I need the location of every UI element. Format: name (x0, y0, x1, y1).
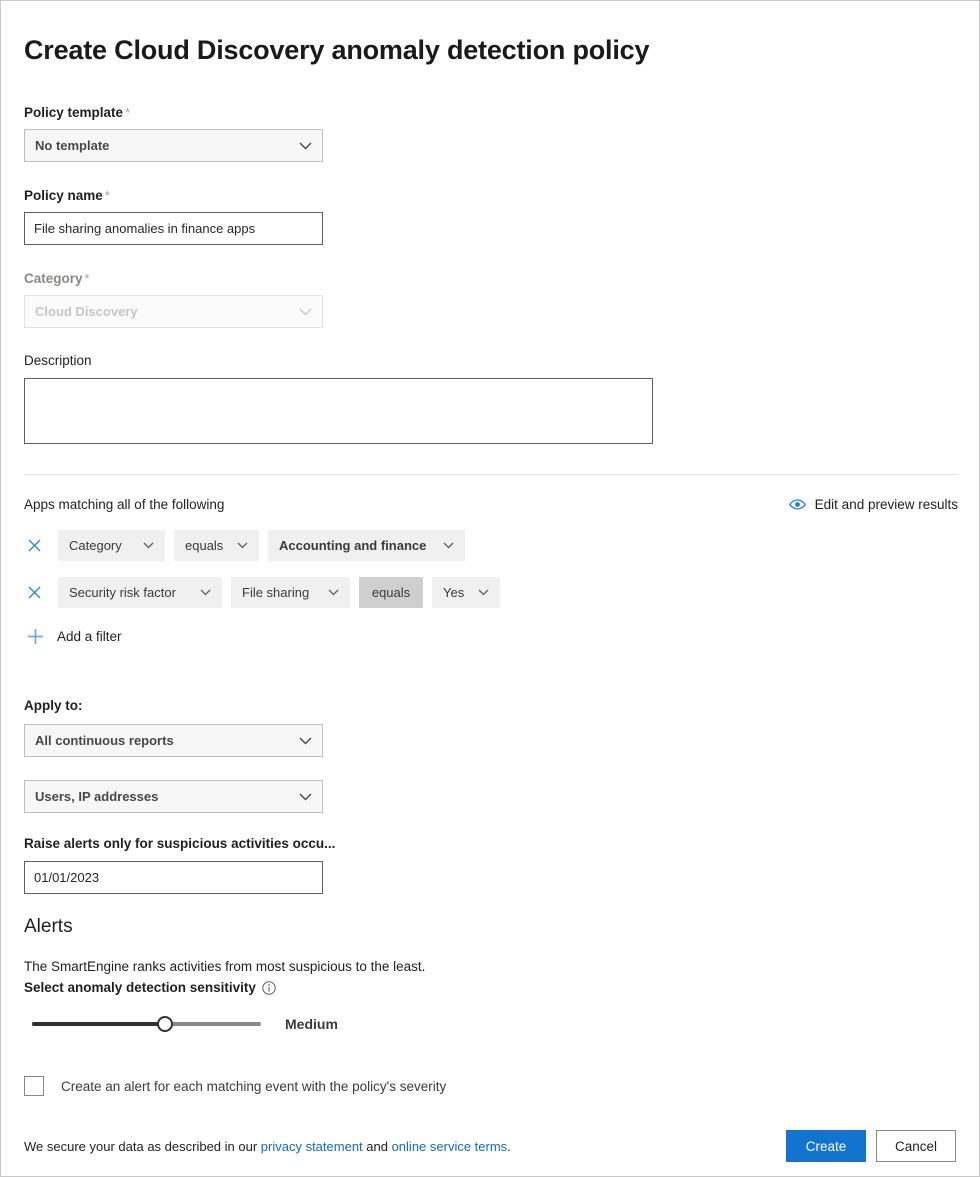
category-dropdown: Cloud Discovery (24, 295, 323, 328)
description-field: Description (24, 352, 956, 444)
apply-to-reports-value: All continuous reports (35, 733, 174, 748)
add-filter-button[interactable]: Add a filter (27, 628, 122, 645)
alerts-section: Alerts The SmartEngine ranks activities … (24, 914, 956, 1096)
policy-template-value: No template (35, 138, 109, 153)
apply-to-section: Apply to: All continuous reports Users, … (24, 697, 956, 813)
required-marker: * (125, 105, 130, 120)
filter-row: Category equals Accounting and finance (24, 530, 956, 561)
description-textarea[interactable] (24, 378, 653, 444)
policy-name-input[interactable]: File sharing anomalies in finance apps (24, 212, 323, 245)
filter-field-chip[interactable]: Category (58, 530, 165, 561)
chevron-down-icon (478, 589, 489, 596)
category-value: Cloud Discovery (35, 304, 138, 319)
apply-to-reports-dropdown[interactable]: All continuous reports (24, 724, 323, 757)
filters-header: Apps matching all of the following Edit … (24, 497, 958, 512)
slider-thumb[interactable] (157, 1016, 173, 1032)
info-icon[interactable] (262, 981, 276, 995)
chevron-down-icon (237, 542, 248, 549)
policy-template-dropdown[interactable]: No template (24, 129, 323, 162)
apply-to-entities-dropdown[interactable]: Users, IP addresses (24, 780, 323, 813)
category-label-text: Category (24, 271, 83, 286)
sensitivity-value: Medium (285, 1016, 338, 1032)
footer-buttons: Create Cancel (786, 1130, 956, 1162)
filter-operator-chip[interactable]: equals (174, 530, 259, 561)
footer-text-after: . (507, 1139, 511, 1154)
policy-template-label: Policy template* (24, 104, 956, 122)
footer-legal-text: We secure your data as described in our … (24, 1139, 511, 1154)
filters-heading: Apps matching all of the following (24, 497, 224, 512)
filter-value-chip[interactable]: Accounting and finance (268, 530, 465, 561)
slider-fill (32, 1022, 165, 1026)
filter-rows: Category equals Accounting and finance (24, 530, 956, 645)
chevron-down-icon (299, 308, 312, 316)
section-divider (24, 474, 958, 475)
cancel-button[interactable]: Cancel (876, 1130, 956, 1162)
close-icon[interactable] (24, 536, 44, 556)
sensitivity-label-text: Select anomaly detection sensitivity (24, 978, 256, 997)
create-button[interactable]: Create (786, 1130, 866, 1162)
policy-name-label-text: Policy name (24, 188, 103, 203)
raise-alerts-date-value: 01/01/2023 (34, 870, 99, 885)
chevron-down-icon (443, 542, 454, 549)
policy-name-field: Policy name* File sharing anomalies in f… (24, 187, 956, 245)
checkbox-box (24, 1076, 44, 1096)
edit-preview-results-link[interactable]: Edit and preview results (789, 497, 958, 512)
policy-name-value: File sharing anomalies in finance apps (34, 221, 255, 236)
raise-alerts-date-field: Raise alerts only for suspicious activit… (24, 835, 956, 894)
chevron-down-icon (299, 737, 312, 745)
required-marker: * (105, 188, 110, 203)
filter-operator-chip[interactable]: equals (359, 577, 423, 608)
filter-chip-label: Security risk factor (69, 585, 176, 600)
chevron-down-icon (299, 142, 312, 150)
raise-alerts-date-label: Raise alerts only for suspicious activit… (24, 835, 956, 853)
chevron-down-icon (200, 589, 211, 596)
plus-icon (27, 628, 44, 645)
close-icon[interactable] (24, 583, 44, 603)
policy-template-label-text: Policy template (24, 105, 123, 120)
filter-chip-label: Yes (443, 585, 464, 600)
create-policy-page: Create Cloud Discovery anomaly detection… (0, 0, 980, 1177)
footer: We secure your data as described in our … (24, 1130, 956, 1162)
footer-text-before: We secure your data as described in our (24, 1139, 261, 1154)
category-field: Category* Cloud Discovery (24, 270, 956, 328)
filter-chip-label: Category (69, 538, 122, 553)
filter-value-chip[interactable]: Yes (432, 577, 500, 608)
create-alert-each-event-label: Create an alert for each matching event … (61, 1079, 446, 1094)
policy-template-field: Policy template* No template (24, 104, 956, 162)
sensitivity-slider[interactable] (32, 1014, 261, 1034)
raise-alerts-date-input[interactable]: 01/01/2023 (24, 861, 323, 894)
online-service-terms-link[interactable]: online service terms (392, 1139, 508, 1154)
chevron-down-icon (299, 793, 312, 801)
alerts-description: The SmartEngine ranks activities from mo… (24, 957, 956, 976)
filter-chip-label: equals (372, 585, 410, 600)
eye-icon (789, 499, 806, 510)
footer-text-middle: and (363, 1139, 392, 1154)
page-title: Create Cloud Discovery anomaly detection… (24, 1, 956, 67)
chevron-down-icon (328, 589, 339, 596)
edit-preview-results-label: Edit and preview results (815, 497, 958, 512)
apply-to-label: Apply to: (24, 697, 956, 715)
create-alert-each-event-checkbox[interactable]: Create an alert for each matching event … (24, 1076, 446, 1096)
policy-name-label: Policy name* (24, 187, 956, 205)
sensitivity-slider-row: Medium (32, 1014, 956, 1034)
chevron-down-icon (143, 542, 154, 549)
filter-row: Security risk factor File sharing equals… (24, 577, 956, 608)
filter-subfield-chip[interactable]: File sharing (231, 577, 350, 608)
filter-field-chip[interactable]: Security risk factor (58, 577, 222, 608)
required-marker: * (85, 271, 90, 286)
alerts-title: Alerts (24, 914, 956, 940)
filter-chip-label: File sharing (242, 585, 309, 600)
sensitivity-label: Select anomaly detection sensitivity (24, 978, 956, 997)
add-filter-label: Add a filter (57, 629, 122, 644)
privacy-statement-link[interactable]: privacy statement (261, 1139, 363, 1154)
category-label: Category* (24, 270, 956, 288)
description-label: Description (24, 352, 956, 370)
apply-to-entities-value: Users, IP addresses (35, 789, 158, 804)
filter-chip-label: Accounting and finance (279, 538, 426, 553)
filter-chip-label: equals (185, 538, 223, 553)
